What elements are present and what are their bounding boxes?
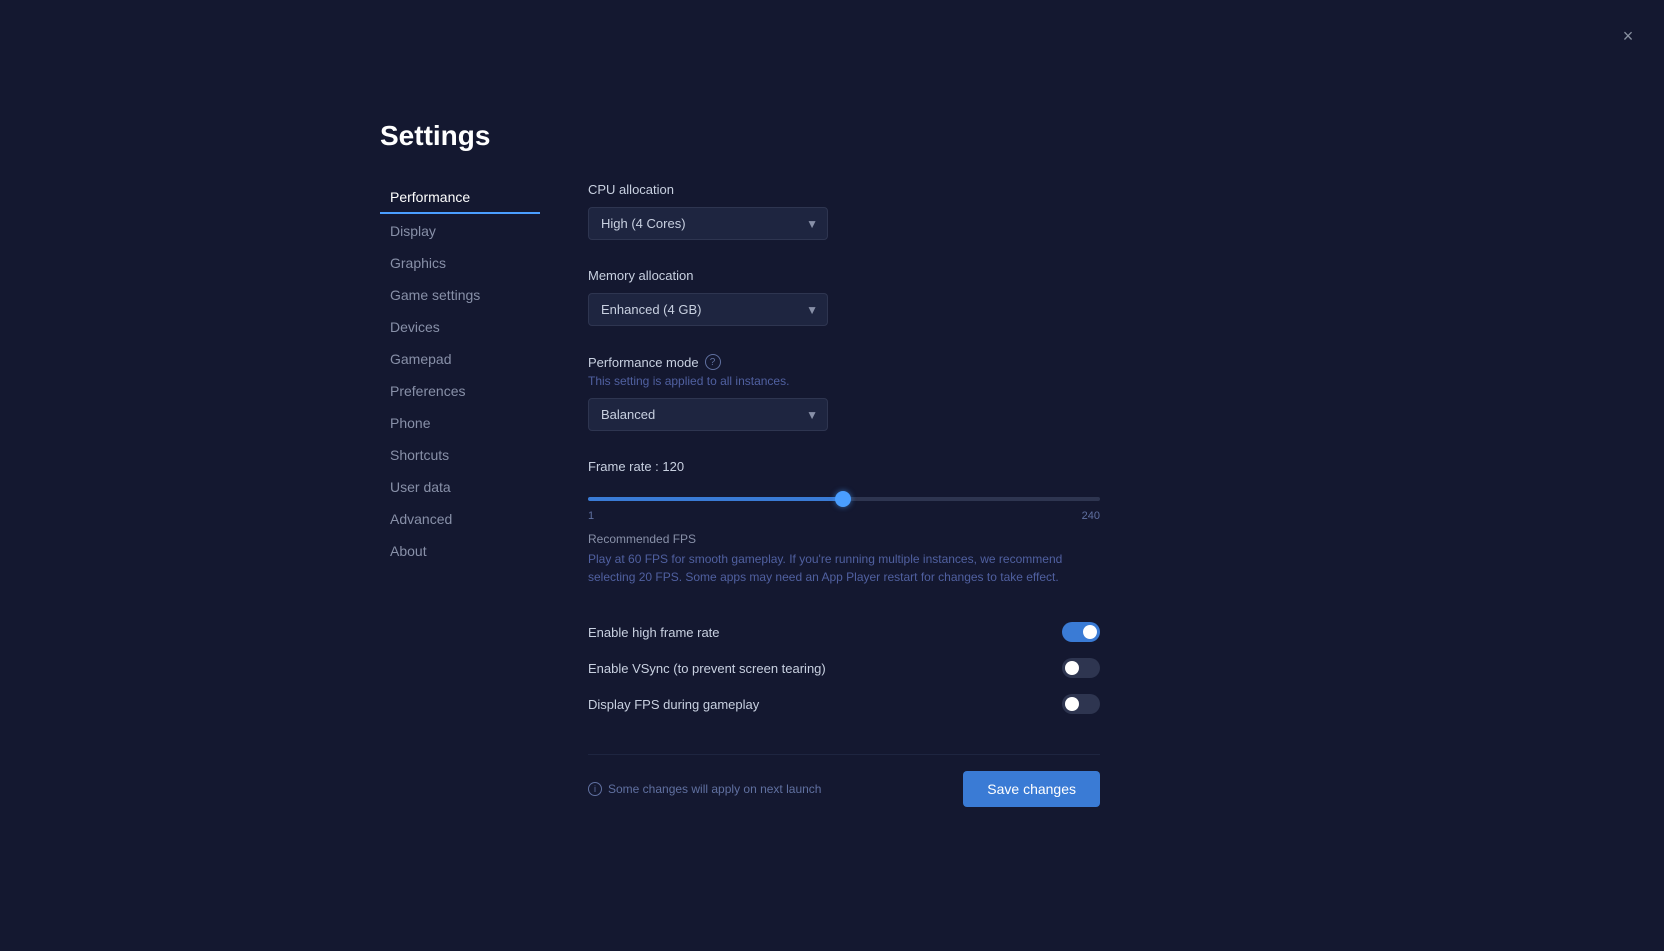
performance-mode-select-wrapper: Power savingBalancedHigh performance ▼ (588, 398, 828, 431)
slider-min-label: 1 (588, 510, 594, 522)
settings-panel: Settings PerformanceDisplayGraphicsGame … (380, 120, 1100, 807)
toggle-row-high-frame-rate: Enable high frame rate (588, 614, 1100, 650)
sidebar-item-gamepad[interactable]: Gamepad (380, 344, 540, 374)
info-icon: i (588, 782, 602, 796)
toggle-label-high-frame-rate: Enable high frame rate (588, 625, 720, 640)
fps-info: Recommended FPS Play at 60 FPS for smoot… (588, 532, 1100, 586)
sidebar-item-preferences[interactable]: Preferences (380, 376, 540, 406)
toggle-high-frame-rate[interactable] (1062, 622, 1100, 642)
performance-mode-label: Performance mode (588, 355, 699, 370)
page-title: Settings (380, 120, 1100, 152)
sidebar: PerformanceDisplayGraphicsGame settingsD… (380, 182, 540, 807)
sidebar-item-devices[interactable]: Devices (380, 312, 540, 342)
memory-allocation-label: Memory allocation (588, 268, 1100, 283)
save-changes-button[interactable]: Save changes (963, 771, 1100, 807)
performance-mode-subtitle: This setting is applied to all instances… (588, 374, 1100, 388)
cpu-allocation-select[interactable]: Low (1 Core)Medium (2 Cores)High (4 Core… (588, 207, 828, 240)
toggle-display-fps[interactable] (1062, 694, 1100, 714)
sidebar-item-shortcuts[interactable]: Shortcuts (380, 440, 540, 470)
content-area: CPU allocation Low (1 Core)Medium (2 Cor… (588, 182, 1100, 807)
frame-rate-label: Frame rate : 120 (588, 459, 1100, 474)
fps-info-title: Recommended FPS (588, 532, 1100, 546)
footer-note-text: Some changes will apply on next launch (608, 782, 821, 796)
toggle-row-vsync: Enable VSync (to prevent screen tearing) (588, 650, 1100, 686)
close-icon: × (1623, 26, 1634, 47)
frame-rate-section: Frame rate : 120 1 240 Recommended FPS P… (588, 459, 1100, 586)
help-icon[interactable]: ? (705, 354, 721, 370)
performance-mode-label-row: Performance mode ? (588, 354, 1100, 370)
fps-info-text: Play at 60 FPS for smooth gameplay. If y… (588, 550, 1100, 586)
sidebar-item-graphics[interactable]: Graphics (380, 248, 540, 278)
slider-max-label: 240 (1082, 510, 1100, 522)
performance-mode-select[interactable]: Power savingBalancedHigh performance (588, 398, 828, 431)
sidebar-item-advanced[interactable]: Advanced (380, 504, 540, 534)
toggle-label-vsync: Enable VSync (to prevent screen tearing) (588, 661, 826, 676)
toggles-section: Enable high frame rate Enable VSync (to p… (588, 614, 1100, 722)
sidebar-item-about[interactable]: About (380, 536, 540, 566)
sidebar-item-game-settings[interactable]: Game settings (380, 280, 540, 310)
close-button[interactable]: × (1612, 20, 1644, 52)
settings-body: PerformanceDisplayGraphicsGame settingsD… (380, 182, 1100, 807)
slider-labels: 1 240 (588, 510, 1100, 522)
memory-allocation-select[interactable]: Low (1 GB)Medium (2 GB)Enhanced (4 GB)Hi… (588, 293, 828, 326)
memory-allocation-section: Memory allocation Low (1 GB)Medium (2 GB… (588, 268, 1100, 326)
cpu-allocation-select-wrapper: Low (1 Core)Medium (2 Cores)High (4 Core… (588, 207, 828, 240)
performance-mode-section: Performance mode ? This setting is appli… (588, 354, 1100, 431)
sidebar-item-user-data[interactable]: User data (380, 472, 540, 502)
sidebar-item-performance[interactable]: Performance (380, 182, 540, 214)
memory-allocation-select-wrapper: Low (1 GB)Medium (2 GB)Enhanced (4 GB)Hi… (588, 293, 828, 326)
sidebar-item-display[interactable]: Display (380, 216, 540, 246)
footer: i Some changes will apply on next launch… (588, 754, 1100, 807)
toggle-vsync[interactable] (1062, 658, 1100, 678)
footer-note: i Some changes will apply on next launch (588, 782, 821, 796)
toggle-label-display-fps: Display FPS during gameplay (588, 697, 759, 712)
cpu-allocation-label: CPU allocation (588, 182, 1100, 197)
cpu-allocation-section: CPU allocation Low (1 Core)Medium (2 Cor… (588, 182, 1100, 240)
frame-rate-slider[interactable] (588, 497, 1100, 501)
sidebar-item-phone[interactable]: Phone (380, 408, 540, 438)
toggle-row-display-fps: Display FPS during gameplay (588, 686, 1100, 722)
